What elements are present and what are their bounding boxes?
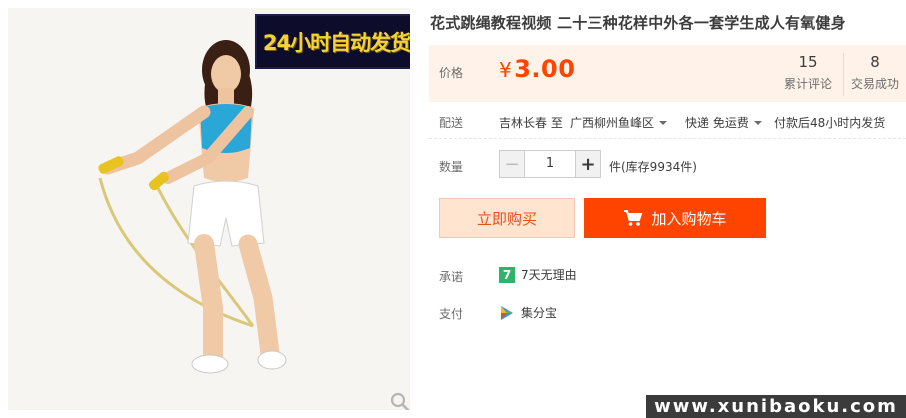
quantity-input[interactable]: 1 bbox=[525, 150, 575, 178]
price-value: ¥3.00 bbox=[499, 55, 575, 83]
sales-count: 8 bbox=[870, 53, 880, 71]
shipping-label: 配送 bbox=[439, 116, 464, 130]
ship-from: 吉林长春 至 bbox=[499, 116, 563, 130]
decrease-button[interactable]: − bbox=[499, 150, 525, 178]
currency-symbol: ¥ bbox=[499, 58, 513, 82]
increase-button[interactable]: + bbox=[575, 150, 601, 178]
promise-label: 承诺 bbox=[439, 270, 464, 284]
ship-to-selector[interactable]: 广西柳州鱼峰区 bbox=[570, 114, 668, 131]
ship-method-selector[interactable]: 快递 免运费 bbox=[685, 114, 762, 131]
site-watermark: www.xunibaoku.com bbox=[646, 395, 906, 418]
promo-banner: 24小时自动发货 bbox=[255, 14, 410, 69]
buy-now-button[interactable]: 立即购买 bbox=[439, 198, 575, 238]
minus-icon: − bbox=[504, 153, 520, 175]
seven-day-return-icon: 7 bbox=[499, 266, 515, 283]
dispatch-time: 付款后48小时内发货 bbox=[774, 116, 886, 130]
payment-label: 支付 bbox=[439, 307, 464, 321]
price-amount: 3.00 bbox=[514, 55, 576, 83]
cart-icon bbox=[624, 210, 643, 226]
add-to-cart-button[interactable]: 加入购物车 bbox=[584, 198, 766, 238]
promo-banner-text: 24小时自动发货 bbox=[262, 30, 410, 55]
ship-method-text: 快递 免运费 bbox=[685, 116, 749, 130]
ship-to-text: 广西柳州鱼峰区 bbox=[570, 116, 655, 130]
promise-7day-return[interactable]: 7 7天无理由 bbox=[499, 266, 577, 283]
product-title: 花式跳绳教程视频 二十三种花样中外各一套学生成人有氧健身 bbox=[430, 14, 846, 32]
add-to-cart-label: 加入购物车 bbox=[651, 209, 727, 228]
review-count: 15 bbox=[798, 53, 818, 71]
price-label: 价格 bbox=[439, 66, 464, 80]
price-panel: 价格 ¥3.00 15 累计评论 8 交易成功 bbox=[429, 45, 906, 102]
product-main-image[interactable]: 24小时自动发货 bbox=[8, 8, 410, 410]
sales-count-stat: 8 交易成功 bbox=[843, 53, 906, 96]
jifenbao-icon bbox=[501, 305, 513, 320]
quantity-label: 数量 bbox=[439, 160, 464, 174]
plus-icon: + bbox=[580, 153, 596, 175]
quantity-stepper: − 1 + bbox=[499, 150, 601, 178]
chevron-down-icon bbox=[753, 121, 762, 125]
payment-text: 集分宝 bbox=[521, 306, 558, 320]
zoom-icon[interactable] bbox=[387, 389, 410, 410]
review-count-label: 累计评论 bbox=[783, 77, 832, 91]
sales-count-label: 交易成功 bbox=[850, 77, 899, 91]
shipping-row: 配送 吉林长春 至 广西柳州鱼峰区 快递 免运费 付款后48小时内发货 bbox=[429, 111, 906, 139]
payment-jifenbao[interactable]: 集分宝 bbox=[499, 304, 557, 321]
chevron-down-icon bbox=[659, 121, 668, 125]
stock-info: 件(库存9934件) bbox=[609, 160, 697, 174]
review-count-stat[interactable]: 15 累计评论 bbox=[773, 53, 843, 92]
buy-now-label: 立即购买 bbox=[476, 209, 537, 228]
promise-text: 7天无理由 bbox=[521, 268, 577, 282]
